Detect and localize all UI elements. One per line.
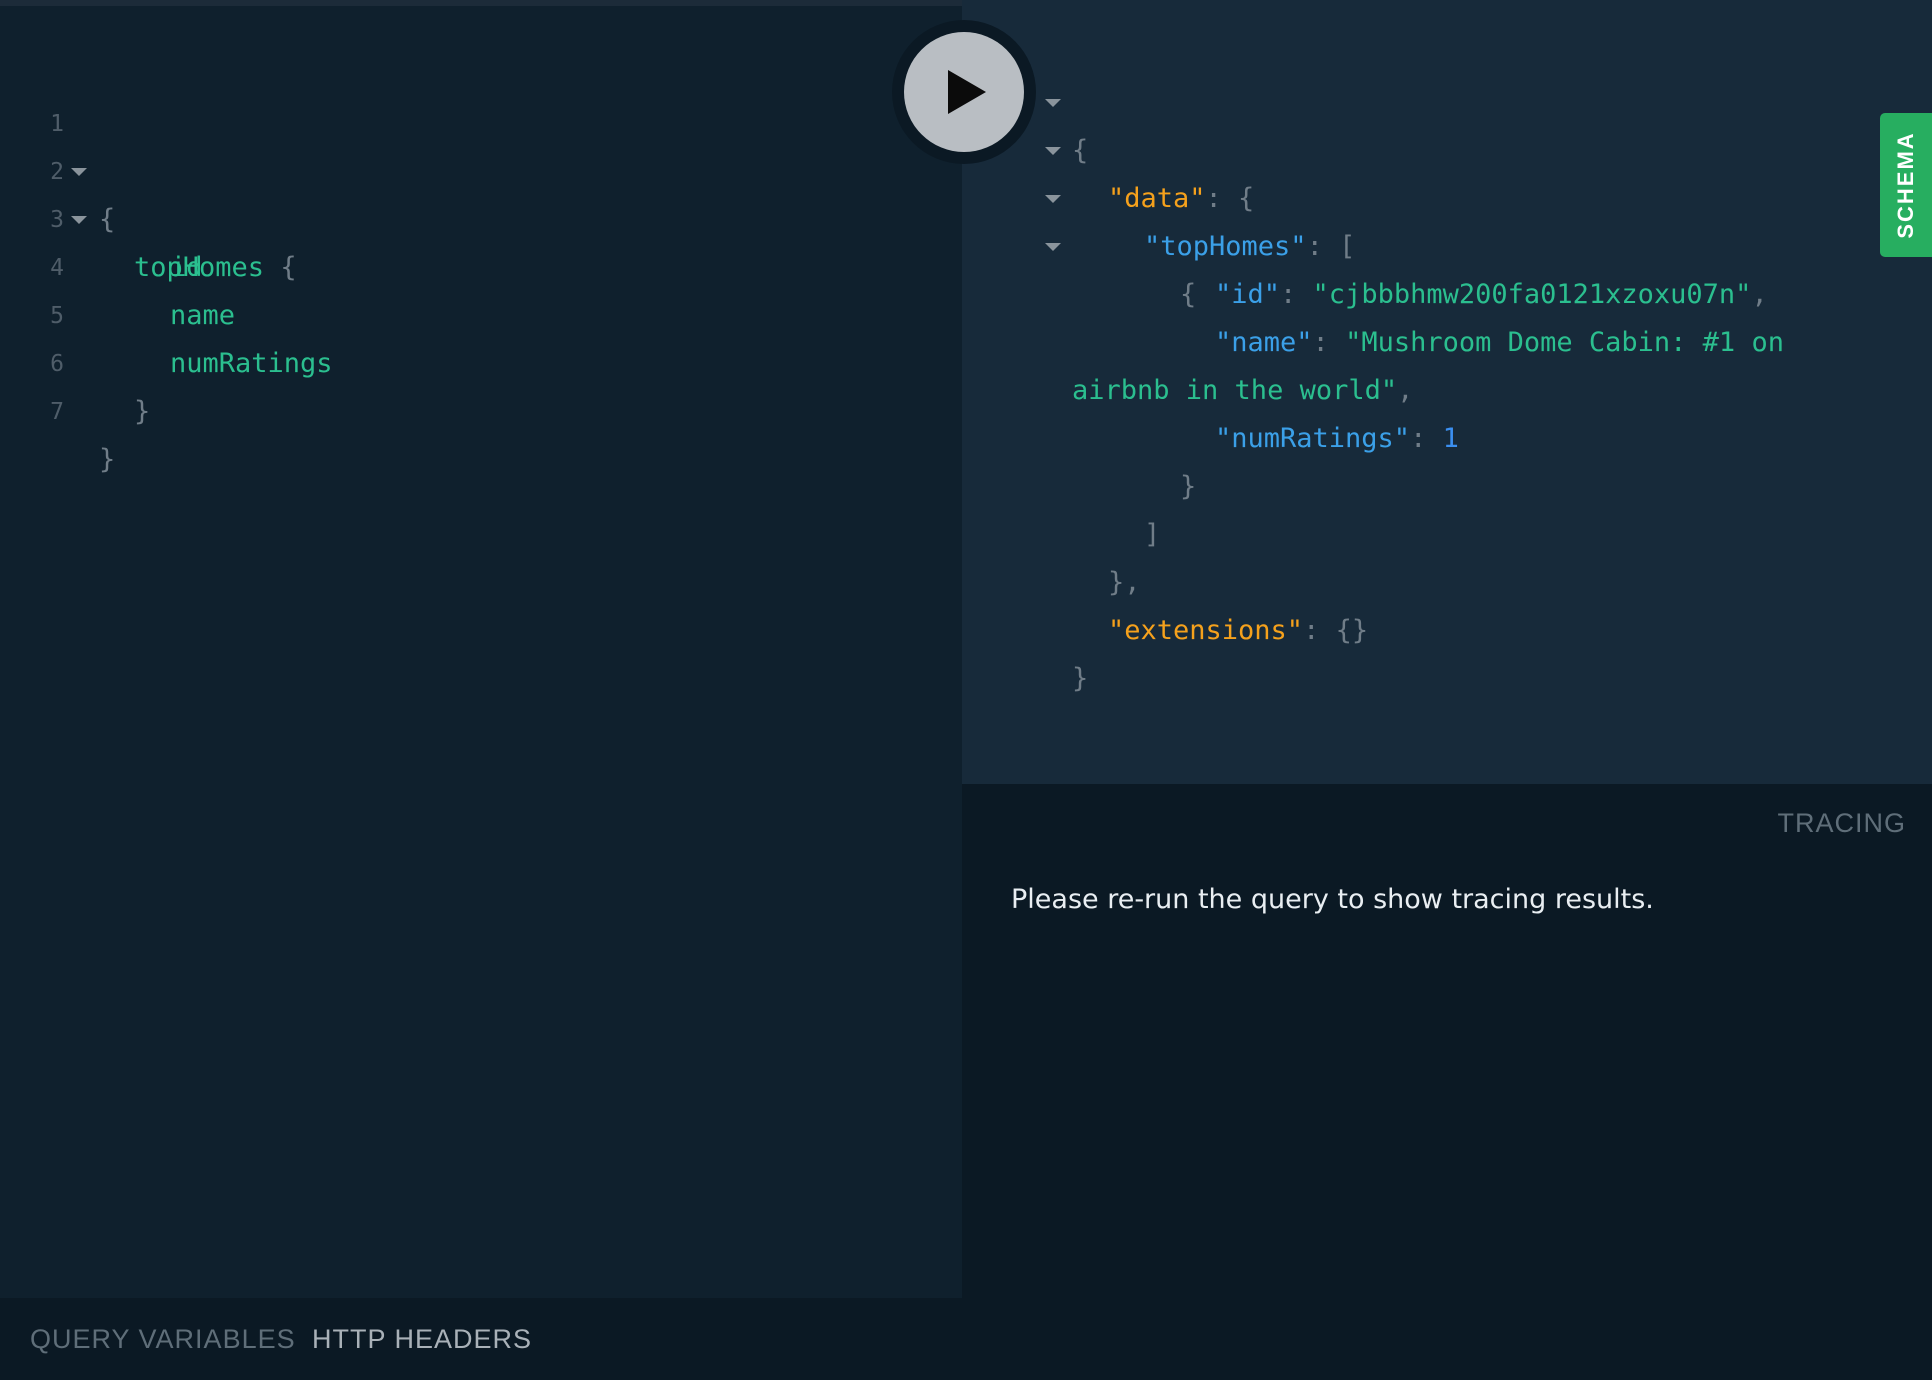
result-brace: } [1072,663,1089,694]
tracing-panel: TRACING Please re-run the query to show … [962,784,1932,1380]
code-line[interactable]: 1 { [0,52,115,235]
fold-arrow-icon[interactable] [1045,79,1061,127]
fold-arrow-icon[interactable] [71,196,87,244]
result-line: { [962,175,1196,310]
result-brace: { [1072,135,1089,166]
result-brace: } [1180,471,1197,502]
code-line[interactable]: 2 topHomes { [0,100,296,283]
schema-tab[interactable]: SCHEMA [1880,113,1932,257]
result-line: airbnb in the world", [962,319,1413,406]
code-line[interactable]: 6 } [0,292,150,427]
result-bracket: ] [1144,519,1161,550]
result-line: } [962,607,1088,694]
result-line: }, [962,511,1141,598]
result-viewer[interactable]: { "data": { "topHomes": [ { "id": "cjbbb… [962,0,1932,784]
result-line: "id": "cjbbbhmw200fa0121xzoxu07n", [962,223,1768,310]
schema-tab-label: SCHEMA [1893,131,1918,239]
result-extensions-entry: "extensions": {} [1108,615,1369,646]
result-num-ratings-entry: "numRatings": 1 [1215,423,1459,454]
result-data-key: "data": { [1108,183,1255,214]
code-field-id: id [170,252,203,283]
code-line[interactable]: 5 numRatings [0,244,332,379]
result-name-entry: "name": "Mushroom Dome Cabin: #1 on [1215,327,1784,358]
tracing-title[interactable]: TRACING [1778,808,1907,839]
tracing-message: Please re-run the query to show tracing … [1011,884,1654,915]
result-line: "name": "Mushroom Dome Cabin: #1 on [962,271,1784,358]
variables-headers-bar: QUERY VARIABLES HTTP HEADERS [0,1298,962,1380]
code-brace: { [99,204,116,235]
code-field-num-ratings: numRatings [170,348,333,379]
fold-arrow-icon[interactable] [1045,127,1061,175]
code-brace: } [134,396,151,427]
code-field-name: name [170,300,236,331]
result-line: ] [962,463,1160,550]
tab-http-headers[interactable]: HTTP HEADERS [312,1298,532,1380]
fold-arrow-icon[interactable] [71,148,87,196]
code-line[interactable]: 3 id [0,148,202,283]
result-brace: }, [1108,567,1141,598]
result-line: } [962,415,1196,502]
code-line[interactable]: 4 name [0,196,235,331]
result-line: "numRatings": 1 [962,367,1459,454]
play-icon [948,70,986,114]
code-brace: } [99,444,116,475]
fold-arrow-icon[interactable] [1045,223,1061,271]
query-editor[interactable]: 1 { 2 topHomes { 3 id 4 name 5 numRating… [0,6,962,1298]
run-query-button[interactable] [904,32,1024,152]
result-line: "extensions": {} [962,559,1368,646]
code-field-top-homes: topHomes { [134,252,297,283]
result-top-homes-key: "topHomes": [ [1144,231,1356,262]
result-brace: { [1180,279,1197,310]
tab-query-variables[interactable]: QUERY VARIABLES [30,1298,296,1380]
fold-arrow-icon[interactable] [1045,175,1061,223]
code-line[interactable]: 7 } [0,340,115,475]
result-id-entry: "id": "cjbbbhmw200fa0121xzoxu07n", [1215,279,1768,310]
result-name-continuation: airbnb in the world", [1072,375,1414,406]
line-number: 7 [50,399,64,425]
